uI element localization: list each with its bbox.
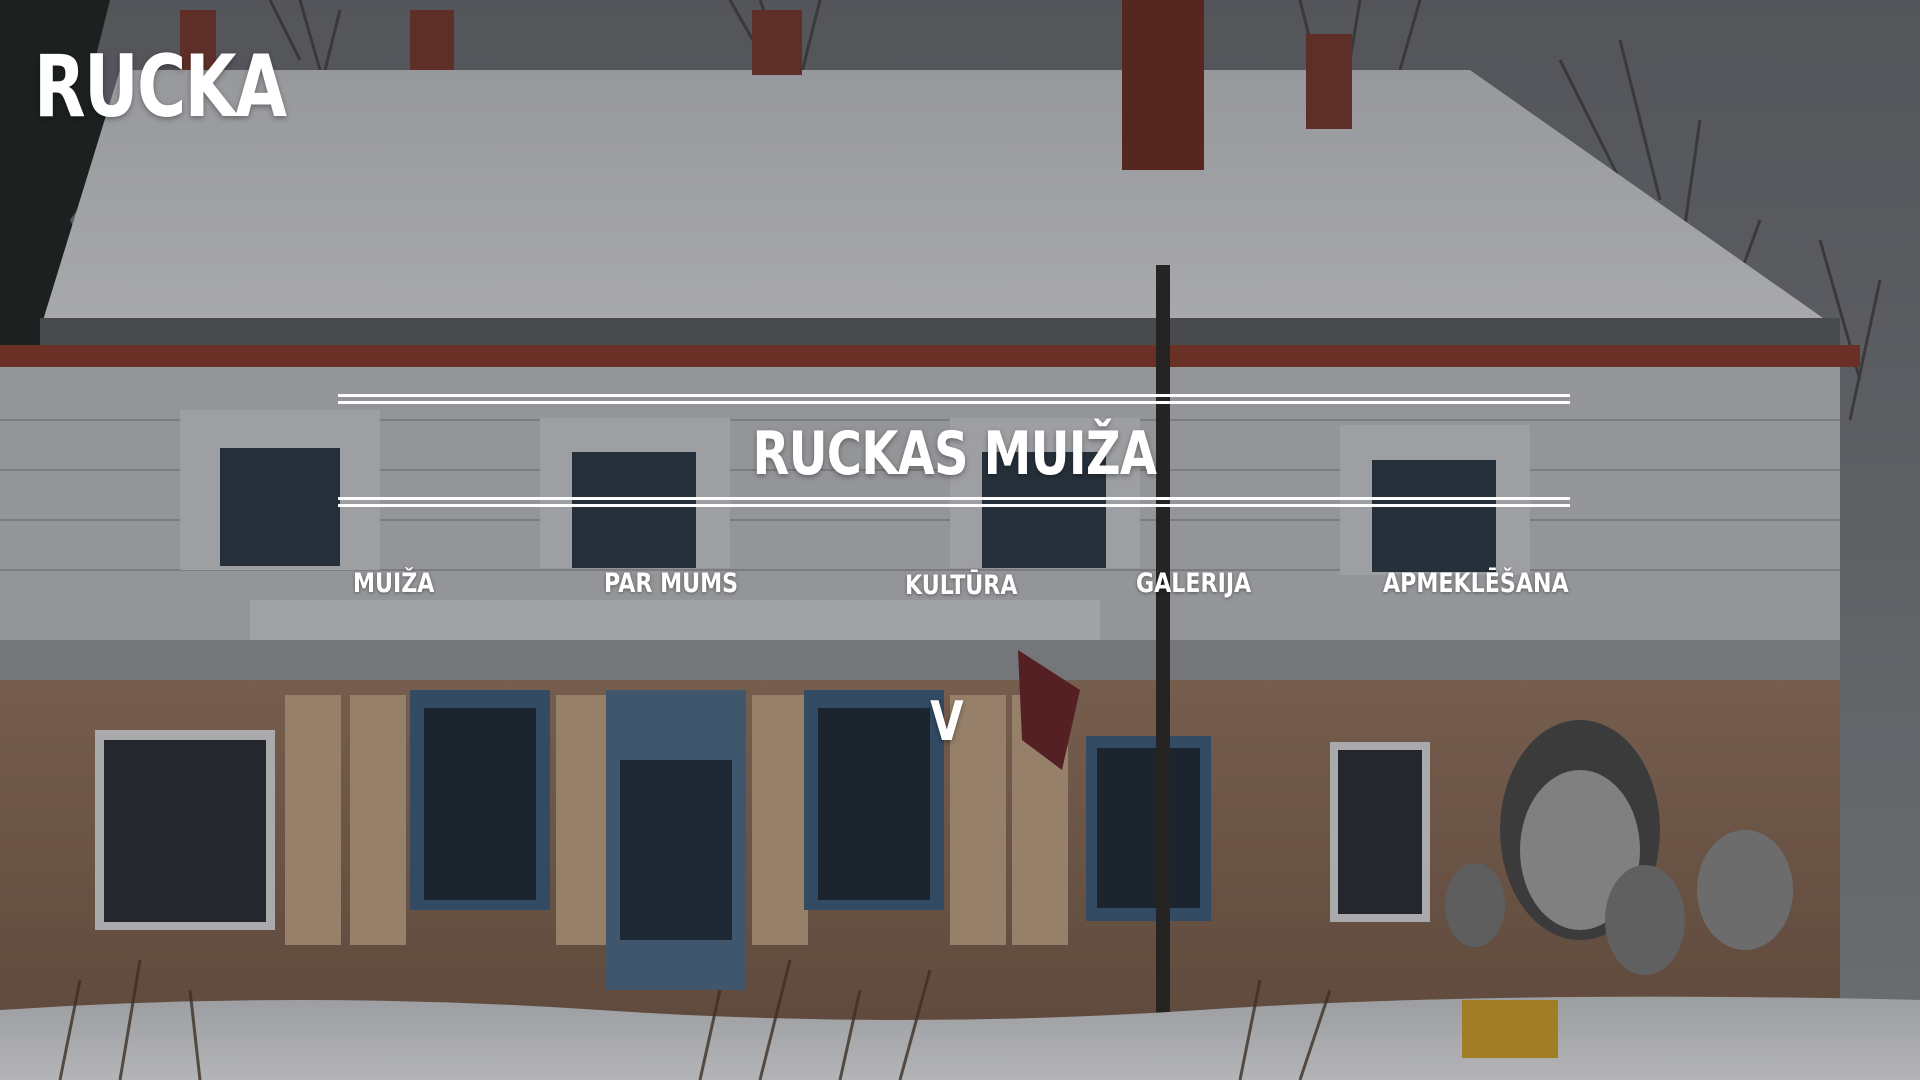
nav-item-label: GALERIJA [1136,568,1252,599]
nav-item-label: KULTŪRA [905,570,1018,601]
title-divider-bottom [338,497,1570,507]
hero-background-image [0,0,1920,1080]
page: RUCKA RUCKAS MUIŽA MUIŽA PAR MUMS KULTŪR… [0,0,1920,1080]
scroll-down-button[interactable]: V [926,694,966,750]
nav-item-galerija[interactable]: GALERIJA [1136,566,1276,602]
chevron-down-icon: V [930,690,964,753]
nav-item-kultura[interactable]: KULTŪRA [905,568,1042,604]
nav-item-label: APMEKLĒŠANA [1383,568,1569,599]
nav-item-label: MUIŽA [353,568,435,599]
nav-item-label: PAR MUMS [604,568,739,599]
page-title: RUCKAS MUIŽA [338,418,1570,490]
site-logo[interactable]: RUCKA [34,44,287,130]
nav-item-par-mums[interactable]: PAR MUMS [604,566,768,602]
nav-item-apmeklesana[interactable]: APMEKLĒŠANA [1383,566,1609,602]
nav-item-muiza[interactable]: MUIŽA [353,566,452,602]
title-divider-top [338,394,1570,404]
page-title-text: RUCKAS MUIŽA [752,419,1157,489]
